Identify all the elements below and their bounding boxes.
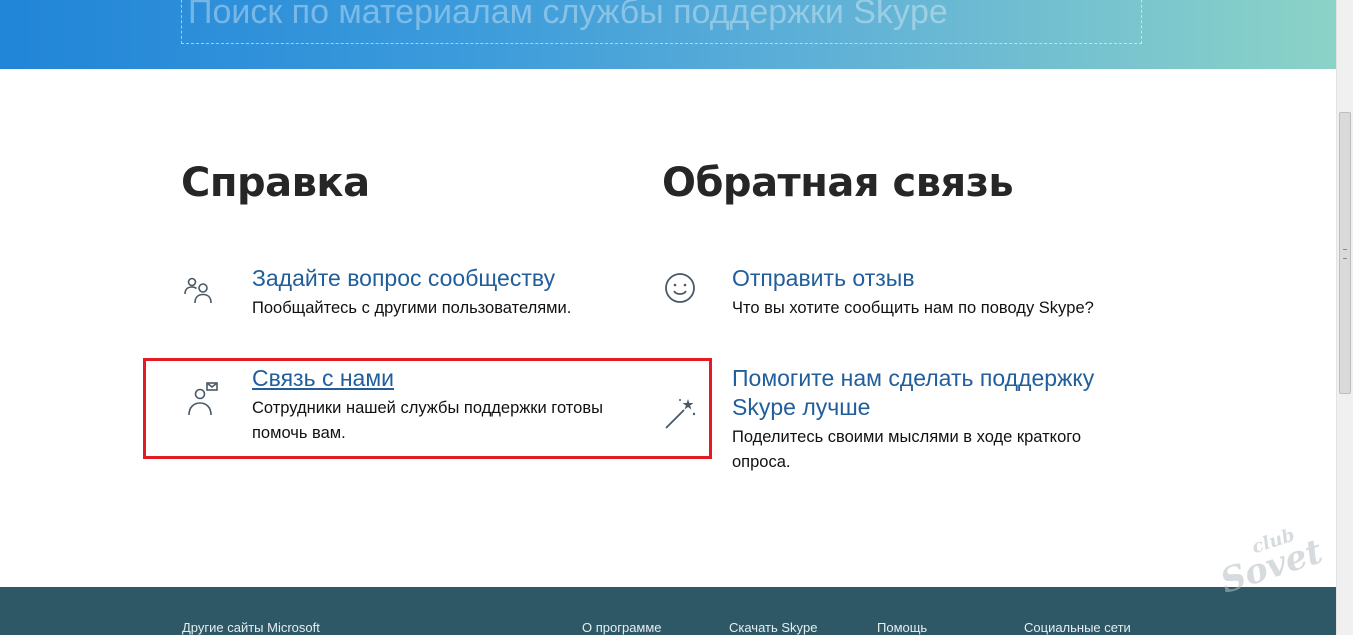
- scrollbar-thumb[interactable]: [1339, 112, 1351, 394]
- magic-wand-icon: [662, 396, 698, 432]
- footer-link-social[interactable]: Социальные сети: [1024, 620, 1131, 635]
- ask-community-description: Пообщайтесь с другими пользователями.: [252, 299, 572, 317]
- footer-link-other-sites[interactable]: Другие сайты Microsoft: [182, 620, 320, 635]
- footer-link-download[interactable]: Скачать Skype: [729, 620, 818, 635]
- footer-link-help[interactable]: Помощь: [877, 620, 927, 635]
- highlight-box: [143, 358, 712, 459]
- ask-community-link[interactable]: Задайте вопрос сообществу: [252, 264, 555, 293]
- scrollbar-grip-icon: [1343, 249, 1347, 259]
- footer: Другие сайты Microsoft О программе Скача…: [0, 587, 1336, 635]
- help-improve-description: Поделитесь своими мыслями в ходе кратког…: [732, 428, 1082, 471]
- footer-link-about[interactable]: О программе: [582, 620, 662, 635]
- search-box[interactable]: [181, 0, 1142, 44]
- search-input[interactable]: [186, 0, 1130, 33]
- send-feedback-description: Что вы хотите сообщить нам по поводу Sky…: [732, 299, 1094, 317]
- search-hero-banner: [0, 0, 1336, 69]
- help-section-title: Справка: [181, 160, 370, 206]
- help-improve-link[interactable]: Помогите нам сделать поддержку Skype луч…: [732, 364, 1132, 422]
- smiley-icon: [662, 270, 698, 306]
- send-feedback-link[interactable]: Отправить отзыв: [732, 264, 915, 293]
- vertical-scrollbar[interactable]: [1336, 0, 1353, 635]
- feedback-section-title: Обратная связь: [662, 160, 1014, 206]
- community-icon: [183, 274, 219, 310]
